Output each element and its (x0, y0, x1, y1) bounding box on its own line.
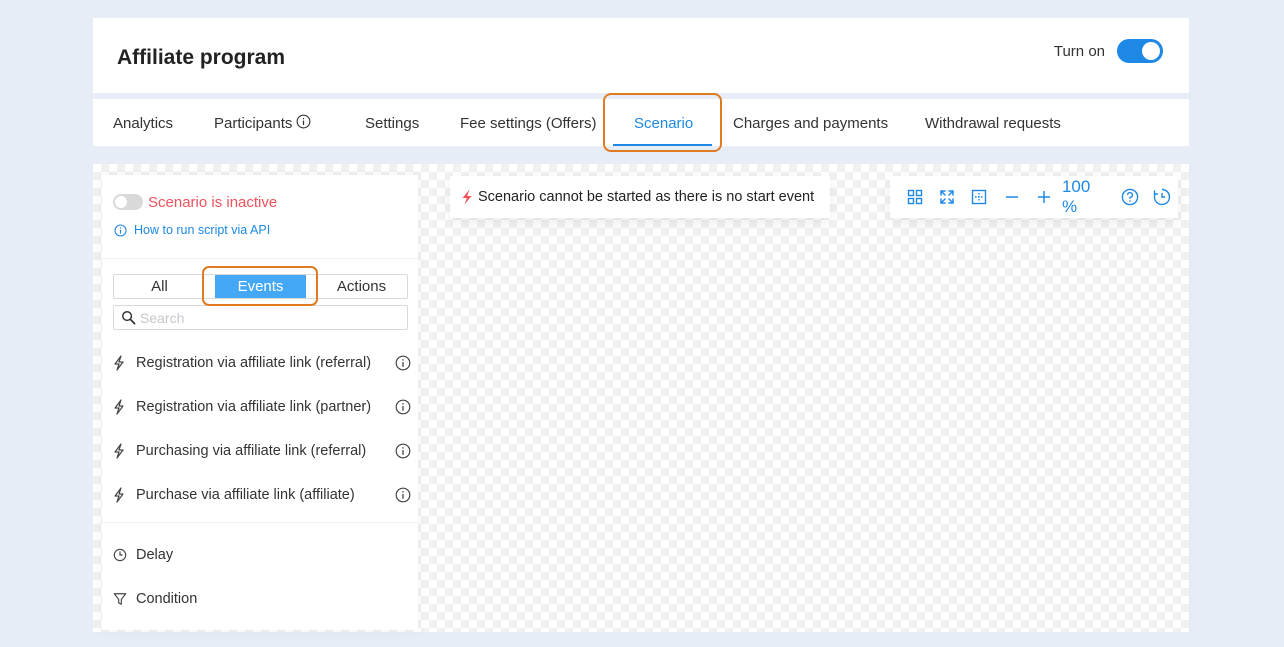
event-label: Purchasing via affiliate link (referral) (136, 443, 367, 459)
bolt-icon (461, 189, 473, 205)
tab-settings[interactable]: Settings (365, 99, 419, 147)
action-item-delay[interactable]: Delay (113, 543, 411, 567)
filter-events[interactable]: Events (215, 275, 306, 298)
tab-label: Participants (214, 115, 293, 132)
tab-label: Settings (365, 115, 420, 132)
tab-scenario[interactable]: Scenario (634, 99, 693, 147)
info-icon[interactable] (395, 443, 411, 459)
frame-button[interactable] (963, 180, 995, 214)
zoom-out-button[interactable] (996, 180, 1028, 214)
action-item-condition[interactable]: Condition (113, 587, 411, 611)
canvas-toolbar: 100 % (890, 176, 1178, 218)
bolt-icon (113, 443, 127, 459)
tab-withdrawal-requests[interactable]: Withdrawal requests (925, 99, 1061, 147)
zoom-in-button[interactable] (1028, 180, 1060, 214)
turn-on-label: Turn on (1053, 42, 1105, 60)
event-label: Registration via affiliate link (partner… (136, 399, 372, 415)
tab-label: Withdrawal requests (925, 115, 1061, 132)
zoom-level: 100 % (1061, 177, 1091, 216)
warning-banner: Scenario cannot be started as there is n… (450, 176, 830, 218)
tab-label: Charges and payments (733, 115, 889, 132)
header-card: Affiliate program Turn on (93, 18, 1189, 93)
action-label: Condition (136, 591, 198, 607)
turn-on-toggle[interactable] (1117, 39, 1163, 63)
scenario-toggle[interactable] (113, 194, 143, 210)
grid-icon (907, 189, 923, 205)
divider (102, 522, 418, 523)
event-item[interactable]: Purchasing via affiliate link (referral) (113, 439, 411, 463)
minus-icon (1004, 189, 1020, 205)
divider (102, 258, 418, 259)
info-icon[interactable] (296, 100, 311, 150)
help-icon (1121, 188, 1139, 206)
info-icon[interactable] (395, 487, 411, 503)
plus-icon (1036, 189, 1052, 205)
scenario-sidebar: Scenario is inactive How to run script v… (102, 175, 418, 630)
search-input[interactable] (140, 307, 400, 328)
scenario-status: Scenario is inactive (148, 194, 278, 211)
filter-icon (113, 592, 127, 606)
help-button[interactable] (1114, 180, 1146, 214)
page-title: Affiliate program (117, 46, 286, 69)
turn-on-control: Turn on (1054, 39, 1163, 63)
tab-label: Scenario (634, 115, 694, 132)
info-icon[interactable] (395, 355, 411, 371)
info-icon (114, 223, 127, 237)
active-tab-indicator (613, 144, 712, 146)
search-icon (121, 310, 136, 330)
fit-icon (939, 189, 955, 205)
filter-actions[interactable]: Actions (316, 275, 407, 298)
tab-participants[interactable]: Participants (214, 99, 311, 147)
info-icon[interactable] (395, 399, 411, 415)
history-button[interactable] (1146, 180, 1178, 214)
grid-button[interactable] (899, 180, 931, 214)
history-icon (1153, 188, 1171, 206)
event-label: Registration via affiliate link (referra… (136, 355, 372, 371)
frame-icon (971, 189, 987, 205)
api-help-link[interactable]: How to run script via API (114, 223, 270, 237)
tab-fee-settings[interactable]: Fee settings (Offers) (460, 99, 596, 147)
clock-icon (113, 548, 127, 562)
fit-button[interactable] (931, 180, 963, 214)
bolt-icon (113, 487, 127, 503)
tab-charges-and-payments[interactable]: Charges and payments (733, 99, 888, 147)
tab-bar: Analytics Participants Settings Fee sett… (93, 99, 1189, 147)
bolt-icon (113, 355, 127, 371)
action-label: Delay (136, 547, 174, 563)
tab-label: Fee settings (Offers) (460, 115, 597, 132)
warning-text: Scenario cannot be started as there is n… (478, 189, 815, 205)
api-help-label: How to run script via API (134, 223, 271, 237)
filter-all[interactable]: All (114, 275, 205, 298)
tab-analytics[interactable]: Analytics (113, 99, 173, 147)
event-item[interactable]: Purchase via affiliate link (affiliate) (113, 483, 411, 507)
event-item[interactable]: Registration via affiliate link (referra… (113, 351, 411, 375)
search-box (113, 305, 408, 330)
event-item[interactable]: Registration via affiliate link (partner… (113, 395, 411, 419)
filter-segmented-control: All Events Actions (113, 274, 408, 299)
tab-label: Analytics (113, 115, 174, 132)
event-label: Purchase via affiliate link (affiliate) (136, 487, 355, 503)
bolt-icon (113, 399, 127, 415)
